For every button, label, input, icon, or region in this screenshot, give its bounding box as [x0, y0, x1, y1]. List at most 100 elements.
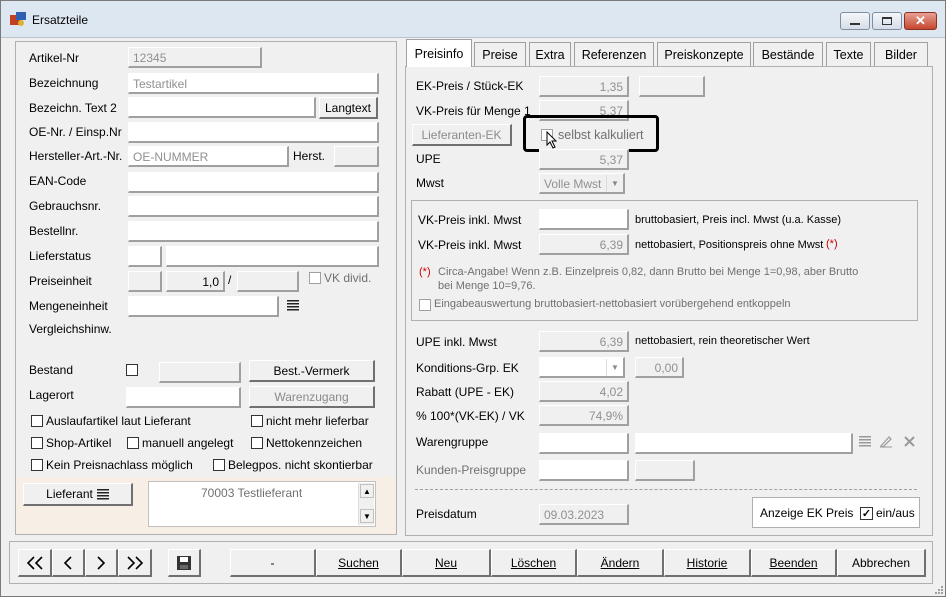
nicht-mehr-checkbox[interactable] — [251, 415, 263, 427]
kein-nachlass-checkbox[interactable] — [31, 459, 43, 471]
abbrechen-button[interactable]: Abbrechen — [837, 549, 926, 577]
circa-line1: Circa-Angabe! Wenn z.B. Einzelpreis 0,82… — [438, 266, 859, 278]
prev-record-button[interactable] — [52, 549, 85, 577]
bestand-checkbox[interactable] — [126, 364, 138, 376]
lieferanten-ek-button[interactable]: Lieferanten-EK — [412, 124, 512, 146]
lagerort-field[interactable] — [126, 387, 241, 408]
kunden-preisgruppe-extra-field[interactable] — [635, 460, 695, 481]
upe-inkl-field[interactable]: 6,39 — [539, 331, 629, 352]
tab-preiskonzepte[interactable]: Preiskonzepte — [657, 42, 751, 66]
anzeige-ek-checkbox[interactable]: ✓ — [860, 507, 873, 520]
dash-button[interactable]: - — [230, 549, 316, 577]
save-button[interactable] — [168, 549, 201, 577]
konditions-label: Konditions-Grp. EK — [416, 361, 519, 375]
preisdatum-field[interactable]: 09.03.2023 — [539, 504, 629, 525]
lieferant-button[interactable]: Lieferant — [23, 483, 133, 506]
vk-divid-checkbox[interactable] — [309, 272, 321, 284]
bestand-label: Bestand — [29, 363, 74, 377]
tab-bestaende[interactable]: Bestände — [753, 42, 823, 66]
historie-button[interactable]: Historie — [664, 549, 751, 577]
tab-preisinfo[interactable]: Preisinfo — [406, 39, 472, 67]
warenzugang-button[interactable]: Warenzugang — [249, 386, 375, 408]
tab-extra[interactable]: Extra — [529, 42, 571, 66]
shop-checkbox[interactable] — [31, 437, 43, 449]
langtext-button[interactable]: Langtext — [319, 97, 378, 119]
edit-icon[interactable] — [879, 434, 893, 448]
vk-inkl2-note: nettobasiert, Positionspreis ohne Mwst — [635, 239, 824, 251]
chevron-right-icon — [97, 555, 106, 570]
belegpos-checkbox[interactable] — [213, 459, 225, 471]
lagerort-label: Lagerort — [29, 388, 74, 402]
last-record-button[interactable] — [118, 549, 152, 577]
tab-referenzen[interactable]: Referenzen — [574, 42, 654, 66]
preiseinheit-field[interactable]: 1,0 — [166, 271, 225, 292]
list-icon[interactable] — [859, 436, 871, 447]
oe-nr-field[interactable] — [128, 122, 379, 143]
kunden-preisgruppe-field[interactable] — [539, 460, 629, 481]
lieferant-textbox[interactable]: 70003 Testlieferant ▲ ▼ — [148, 481, 376, 527]
stueck-ek-field[interactable] — [639, 76, 705, 97]
chevron-down-icon[interactable]: ▼ — [606, 359, 623, 376]
minimize-button[interactable] — [840, 12, 870, 30]
neu-button[interactable]: Neu — [402, 549, 491, 577]
hersteller-field[interactable]: OE-NUMMER — [128, 146, 289, 167]
upe-field[interactable]: 5,37 — [539, 149, 629, 170]
bestand-field[interactable] — [159, 362, 241, 383]
scroll-down-icon[interactable]: ▼ — [360, 509, 374, 523]
anzeige-ek-label: Anzeige EK Preis — [760, 506, 854, 520]
bezeichnung-label: Bezeichnung — [29, 76, 99, 90]
artikel-nr-field[interactable]: 12345 — [128, 47, 262, 68]
preiseinheit-label: Preiseinheit — [29, 274, 92, 288]
mengeneinheit-label: Mengeneinheit — [29, 299, 108, 313]
rabatt-field[interactable]: 4,02 — [539, 381, 629, 402]
mengeneinheit-field[interactable] — [128, 296, 279, 317]
preiseinheit-unit-field[interactable] — [128, 271, 162, 292]
manuell-checkbox[interactable] — [127, 437, 139, 449]
ean-label: EAN-Code — [29, 174, 87, 188]
maximize-button[interactable] — [872, 12, 902, 30]
netto-checkbox[interactable] — [251, 437, 263, 449]
bezeichn-text2-field[interactable] — [128, 97, 316, 118]
best-vermerk-button[interactable]: Best.-Vermerk — [249, 360, 375, 382]
double-chevron-left-icon — [26, 555, 43, 570]
vk-inkl1-field[interactable] — [539, 209, 629, 230]
auslauf-checkbox[interactable] — [31, 415, 43, 427]
warengruppe-text-field[interactable] — [635, 433, 853, 454]
suchen-button[interactable]: Suchen — [316, 549, 402, 577]
bezeichnung-field[interactable]: Testartikel — [128, 73, 379, 94]
bestellnr-field[interactable] — [128, 221, 379, 242]
lieferstatus-text-field[interactable] — [166, 246, 379, 267]
konditions-value-field[interactable]: 0,00 — [635, 357, 684, 378]
chevron-down-icon[interactable]: ▼ — [606, 175, 623, 192]
ean-field[interactable] — [128, 172, 379, 193]
next-record-button[interactable] — [85, 549, 118, 577]
list-icon[interactable] — [287, 300, 300, 312]
oe-nr-label: OE-Nr. / Einsp.Nr — [29, 125, 122, 139]
entkoppeln-checkbox[interactable] — [419, 299, 431, 311]
hersteller-label: Hersteller-Art.-Nr. — [29, 149, 123, 163]
preiseinheit-divisor-field[interactable] — [237, 271, 299, 292]
scroll-up-icon[interactable]: ▲ — [360, 484, 374, 498]
lieferstatus-code-field[interactable] — [128, 246, 162, 267]
gebrauchsnr-field[interactable] — [128, 196, 379, 217]
ek-preis-field[interactable]: 1,35 — [539, 76, 629, 97]
selbst-kalkuliert-label: selbst kalkuliert — [558, 128, 644, 142]
herst-field[interactable] — [334, 146, 379, 167]
auslauf-label: Auslaufartikel laut Lieferant — [46, 414, 191, 428]
warengruppe-code-field[interactable] — [539, 433, 629, 454]
loeschen-button[interactable]: Löschen — [491, 549, 577, 577]
tab-preise[interactable]: Preise — [474, 42, 526, 66]
first-record-button[interactable] — [18, 549, 52, 577]
tab-texte[interactable]: Texte — [826, 42, 871, 66]
lieferant-scrollbar[interactable]: ▲ ▼ — [358, 483, 374, 525]
tab-bilder[interactable]: Bilder — [874, 42, 928, 66]
shop-label: Shop-Artikel — [46, 436, 112, 450]
aendern-button[interactable]: Ändern — [577, 549, 664, 577]
prozent-field[interactable]: 74,9% — [539, 405, 629, 426]
vk-inkl2-field[interactable]: 6,39 — [539, 234, 629, 255]
resize-grip-icon[interactable] — [933, 584, 944, 595]
beenden-button[interactable]: Beenden — [751, 549, 837, 577]
close-button[interactable]: ✕ — [904, 12, 937, 30]
bestellnr-label: Bestellnr. — [29, 224, 79, 238]
delete-icon[interactable] — [903, 435, 916, 448]
